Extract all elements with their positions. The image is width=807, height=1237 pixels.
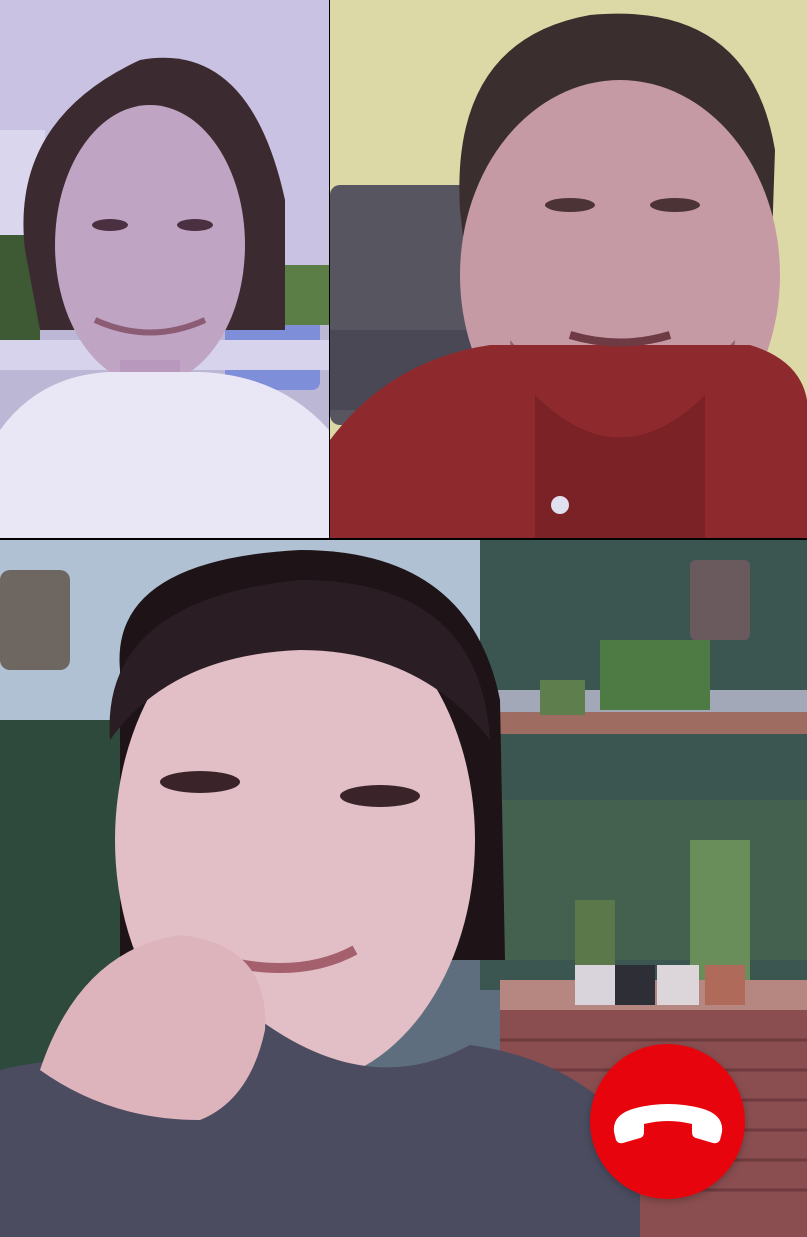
video-tile-participant-2[interactable] (330, 0, 807, 538)
participant-2-video (330, 0, 807, 538)
phone-hangup-icon (613, 1103, 722, 1143)
participant-1-video (0, 0, 329, 538)
end-call-button[interactable] (590, 1044, 745, 1199)
video-tile-participant-1[interactable] (0, 0, 329, 538)
